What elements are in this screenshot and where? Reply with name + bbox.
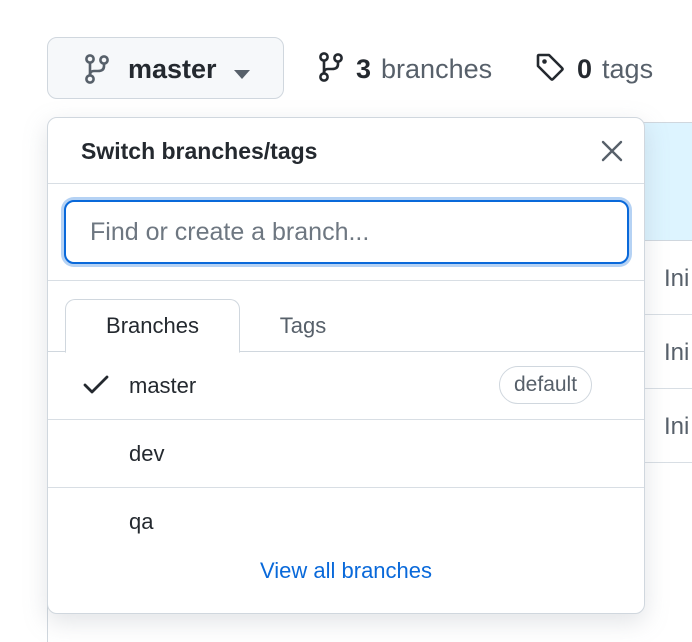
branch-item-qa[interactable]: qa [48, 488, 644, 556]
branch-item-label: qa [129, 509, 154, 534]
tag-icon [535, 52, 565, 87]
file-row[interactable]: Ini [640, 241, 692, 315]
triangle-down-icon [234, 66, 250, 84]
branch-item-label: dev [129, 441, 165, 466]
dropdown-filter [48, 184, 644, 281]
branch-search-input[interactable] [64, 200, 629, 264]
tab-tags[interactable]: Tags [248, 299, 358, 353]
dropdown-footer: View all branches [48, 558, 644, 606]
branches-label: branches [381, 53, 493, 84]
repository-page: Ini Ini Ini master 3 branches 0 tags Swi… [0, 0, 692, 642]
branch-item-master[interactable]: master default [48, 352, 644, 420]
branch-select-label: master [128, 54, 217, 84]
commit-message: Ini [664, 265, 690, 292]
branch-item-dev[interactable]: dev [48, 420, 644, 488]
view-all-branches-link[interactable]: View all branches [260, 558, 432, 583]
commit-message: Ini [664, 339, 690, 366]
check-icon [83, 374, 109, 401]
tags-label: tags [602, 53, 654, 84]
dropdown-title: Switch branches/tags [81, 138, 318, 164]
dropdown-tabs: Branches Tags [48, 281, 644, 353]
file-row[interactable]: Ini [640, 315, 692, 389]
close-icon[interactable] [601, 140, 623, 167]
tags-count-link[interactable]: 0 tags [535, 52, 653, 86]
tab-branches[interactable]: Branches [65, 299, 240, 353]
branches-count-link[interactable]: 3 branches [318, 51, 493, 88]
branch-select-button[interactable]: master [47, 37, 284, 99]
commit-message: Ini [664, 413, 690, 440]
file-row[interactable]: Ini [640, 389, 692, 463]
tags-count: 0 [577, 53, 593, 84]
branches-count: 3 [356, 53, 372, 84]
dropdown-header: Switch branches/tags [48, 118, 644, 184]
default-badge: default [499, 366, 593, 404]
branch-item-label: master [129, 373, 197, 398]
branch-switcher-dropdown: Switch branches/tags Branches Tags maste… [47, 117, 645, 614]
git-branch-icon [318, 51, 344, 88]
git-branch-icon [84, 53, 110, 90]
